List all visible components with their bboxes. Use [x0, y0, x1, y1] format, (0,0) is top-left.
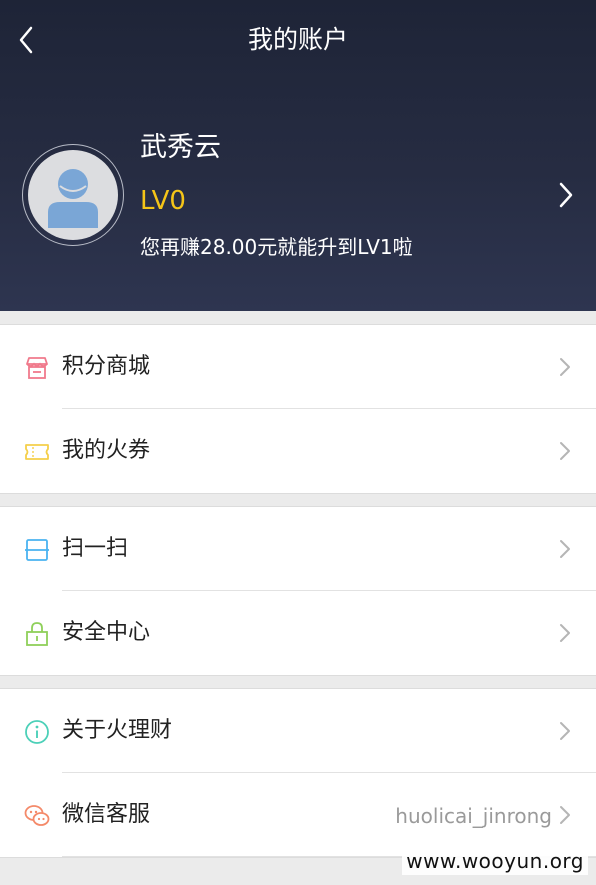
- menu-item-label: 微信客服: [62, 802, 151, 827]
- chevron-right-icon: [560, 540, 570, 558]
- wechat-account-value: huolicai_jinrong: [395, 804, 552, 828]
- menu-group-tools: 扫一扫 安全中心: [0, 506, 596, 676]
- info-icon: [25, 720, 49, 744]
- profile-arrow: [556, 180, 576, 210]
- watermark: www.wooyun.org: [402, 847, 588, 875]
- wechat-icon: [24, 805, 50, 826]
- chevron-right-icon: [560, 722, 570, 740]
- chevron-right-icon: [559, 182, 573, 208]
- upgrade-hint: 您再赚28.00元就能升到LV1啦: [140, 235, 413, 259]
- menu-item-label: 扫一扫: [62, 536, 129, 561]
- menu-item-label: 关于火理财: [62, 718, 173, 743]
- default-avatar-icon: [48, 169, 98, 228]
- user-name: 武秀云: [140, 132, 221, 163]
- user-level: LV0: [140, 186, 186, 216]
- menu-item-scan[interactable]: 扫一扫: [0, 507, 596, 591]
- chevron-right-icon: [560, 624, 570, 642]
- lock-icon: [26, 622, 48, 646]
- chevron-right-icon: [560, 442, 570, 460]
- menu-item-about[interactable]: 关于火理财: [0, 689, 596, 773]
- menu-item-points-mall[interactable]: 积分商城: [0, 325, 596, 409]
- store-icon: [26, 357, 48, 379]
- menu-item-security-center[interactable]: 安全中心: [0, 591, 596, 675]
- avatar: [28, 150, 118, 240]
- page-title: 我的账户: [247, 25, 348, 54]
- menu-group-about: 关于火理财 微信客服 huolicai_jinrong: [0, 688, 596, 858]
- scan-icon: [25, 539, 49, 561]
- menu-item-wechat-support[interactable]: 微信客服 huolicai_jinrong: [0, 773, 596, 857]
- chevron-right-icon: [560, 358, 570, 376]
- profile-card[interactable]: 武秀云 LV0 您再赚28.00元就能升到LV1啦: [0, 118, 596, 288]
- menu-item-label: 积分商城: [62, 354, 151, 379]
- menu-item-label: 安全中心: [62, 620, 151, 645]
- menu-item-label: 我的火券: [62, 438, 151, 463]
- menu-item-my-coupons[interactable]: 我的火券: [0, 409, 596, 493]
- ticket-icon: [25, 444, 49, 460]
- avatar-ring: [22, 144, 124, 246]
- chevron-right-icon: [560, 806, 570, 824]
- menu-group-mall: 积分商城 我的火券: [0, 324, 596, 494]
- account-header: 我的账户 武秀云 LV0 您再赚28.00元就能升到LV1啦: [0, 0, 596, 311]
